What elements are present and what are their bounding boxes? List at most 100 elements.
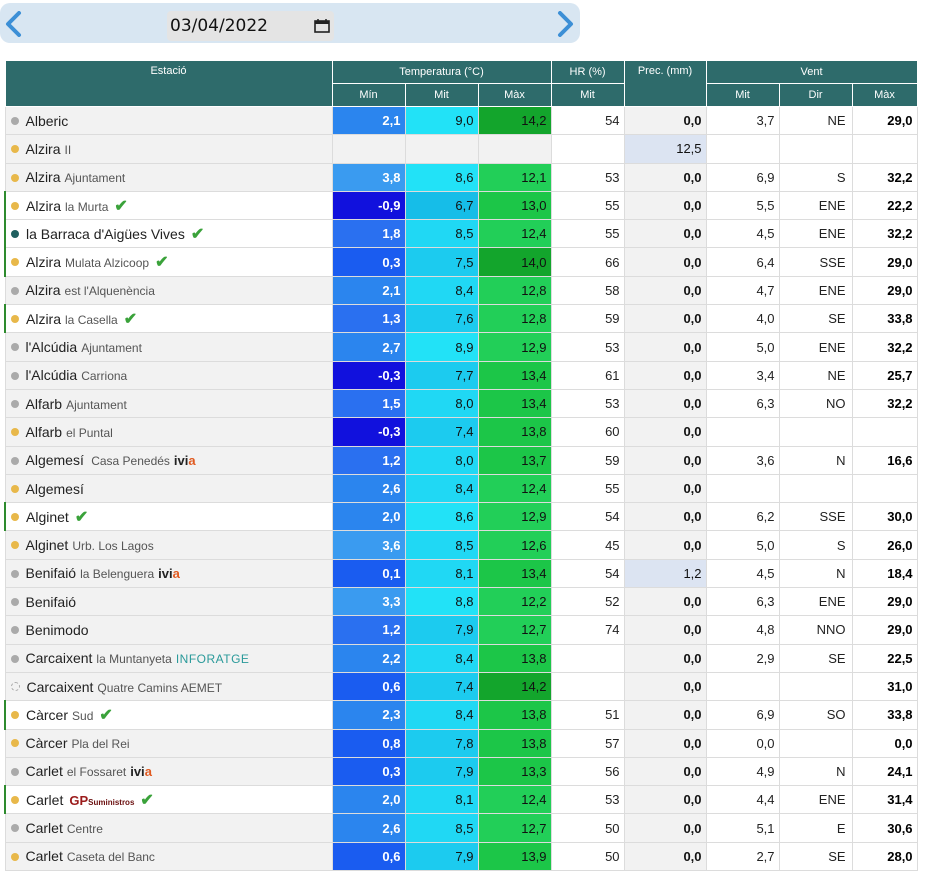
temp-mit-cell: 8,5 (404, 813, 479, 843)
calendar-icon[interactable] (314, 19, 330, 33)
station-name-cell[interactable]: Algemesí Casa Penedés ivia (4, 445, 333, 475)
wind-max-cell: 18,4 (851, 558, 918, 589)
station-row[interactable]: Benimodo 1,2 7,9 12,7 74 0,0 4,8 NNO 29,0 (4, 615, 918, 645)
station-name-cell[interactable]: la Barraca d'Aigües Vives ✔ (4, 219, 333, 249)
station-name-cell[interactable]: Carlet Caseta del Banc (4, 841, 333, 872)
precipitation-cell: 0,0 (623, 360, 707, 390)
humidity-cell (550, 134, 625, 164)
temp-max-cell: 12,1 (477, 162, 552, 192)
station-row[interactable]: Carlet el Fossaret ivia 0,3 7,9 13,3 56 0,0 4,9 N… (4, 756, 918, 787)
wind-max-header[interactable]: Màx (851, 83, 918, 107)
station-name-cell[interactable]: Benifaió (4, 587, 333, 617)
temp-min-cell: 2,3 (331, 700, 406, 730)
station-name-cell[interactable]: Alzira est l'Alquenència (4, 275, 333, 306)
station-name-cell[interactable]: l'Alcúdia Carriona (4, 360, 333, 390)
wind-mit-cell: 6,9 (705, 162, 780, 192)
temp-max-cell: 12,9 (477, 502, 552, 532)
col-station-header[interactable]: Estació (4, 60, 333, 107)
temp-mit-cell: 8,0 (404, 445, 479, 475)
station-row[interactable]: Càrcer Sud ✔ 2,3 8,4 13,8 51 0,0 6,9 SO 33,8 (4, 700, 918, 730)
station-row[interactable]: Alfarb el Puntal -0,3 7,4 13,8 60 0,0 (4, 417, 918, 447)
station-name-cell[interactable]: Carcaixent la Muntanyeta INFORATGE (4, 643, 333, 673)
station-row[interactable]: Algemesí 2,6 8,4 12,4 55 0,0 (4, 473, 918, 504)
next-day-arrow-icon[interactable] (553, 11, 577, 37)
station-name-cell[interactable]: Alzira la Murta ✔ (4, 190, 333, 221)
station-name-cell[interactable]: Carlet el Fossaret ivia (4, 756, 333, 787)
station-row[interactable]: Carlet Centre 2,6 8,5 12,7 50 0,0 5,1 E 30,6 (4, 813, 918, 843)
precipitation-cell: 0,0 (623, 247, 707, 277)
station-row[interactable]: Alzira la Murta ✔ -0,9 6,7 13,0 55 0,0 5,5 ENE 22,… (4, 190, 918, 221)
humidity-cell: 66 (550, 247, 625, 277)
station-status-dot-icon (10, 399, 19, 408)
precipitation-cell: 0,0 (623, 162, 707, 192)
station-name-cell[interactable]: Alzira II (4, 134, 333, 164)
wind-dir-cell: SSE (778, 502, 853, 532)
station-row[interactable]: Algemesí Casa Penedés ivia 1,2 8,0 13,7 59 0,0… (4, 445, 918, 475)
station-name: Alzira (25, 169, 61, 186)
station-row[interactable]: Alzira la Casella ✔ 1,3 7,6 12,8 59 0,0 4,0 SE 33,… (4, 304, 918, 334)
station-row[interactable]: Carcaixent la Muntanyeta INFORATGE 2,2 8,4 13… (4, 643, 918, 673)
temp-max-header[interactable]: Màx (477, 83, 552, 107)
station-name-cell[interactable]: Alfarb Ajuntament (4, 388, 333, 419)
wind-dir-cell: N (778, 445, 853, 475)
station-row[interactable]: Alzira Mulata Alzicoop ✔ 0,3 7,5 14,0 66 0,0 6,4… (4, 247, 918, 277)
station-status-dot-icon (10, 682, 20, 692)
station-name-cell[interactable]: Alberic (4, 105, 333, 136)
station-name-cell[interactable]: Carlet Centre (4, 813, 333, 843)
station-row[interactable]: Alginet ✔ 2,0 8,6 12,9 54 0,0 6,2 SSE 30,0 (4, 502, 918, 532)
col-precipitation-header[interactable]: Prec. (mm) (623, 60, 707, 107)
wind-dir-cell: ENE (778, 587, 853, 617)
temp-max-cell: 13,8 (477, 700, 552, 730)
temp-mit-cell: 7,9 (404, 615, 479, 645)
previous-day-arrow-icon[interactable] (2, 11, 26, 37)
station-row[interactable]: l'Alcúdia Carriona -0,3 7,7 13,4 61 0,0 3,4 NE 25… (4, 360, 918, 390)
station-status-dot-icon (11, 201, 19, 210)
station-name-cell[interactable]: Alfarb el Puntal (4, 417, 333, 447)
station-name: Alfarb (25, 395, 63, 412)
station-name-cell[interactable]: Alzira la Casella ✔ (4, 304, 333, 334)
temp-max-cell: 12,4 (477, 785, 552, 815)
station-row[interactable]: Benifaió 3,3 8,8 12,2 52 0,0 6,3 ENE 29,0 (4, 587, 918, 617)
station-status-dot-icon (10, 739, 19, 748)
station-name-cell[interactable]: Càrcer Sud ✔ (4, 700, 333, 730)
station-location: Urb. Los Lagos (72, 539, 154, 554)
station-name-cell[interactable]: Càrcer Pla del Rei (4, 728, 333, 758)
temp-min-header[interactable]: Mín (331, 83, 406, 107)
station-name-cell[interactable]: Alzira Ajuntament (4, 162, 333, 192)
date-input[interactable]: 03/04/2022 (167, 11, 334, 41)
temp-mit-cell: 8,1 (404, 558, 479, 589)
station-row[interactable]: Alberic 2,1 9,0 14,2 54 0,0 3,7 NE 29,0 (4, 105, 918, 136)
station-row[interactable]: Carcaixent Quatre Camins AEMET 0,6 7,4 14,2 0… (4, 671, 918, 702)
station-name-cell[interactable]: Alginet Urb. Los Lagos (4, 530, 333, 560)
station-row[interactable]: Carlet Caseta del Banc 0,6 7,9 13,9 50 0,0 2,7 S… (4, 841, 918, 872)
station-name-cell[interactable]: Benifaió la Belenguera ivia (4, 558, 333, 589)
station-row[interactable]: Alginet Urb. Los Lagos 3,6 8,5 12,6 45 0,0 5,0 S… (4, 530, 918, 560)
station-name: Alzira (26, 310, 62, 327)
station-row[interactable]: l'Alcúdia Ajuntament 2,7 8,9 12,9 53 0,0 5,0 ENE… (4, 332, 918, 362)
wind-mit-header[interactable]: Mit (705, 83, 780, 107)
station-name: la Barraca d'Aigües Vives (26, 225, 185, 242)
wind-dir-cell: S (778, 162, 853, 192)
temp-mit-header[interactable]: Mit (404, 83, 479, 107)
station-name-cell[interactable]: Algemesí (4, 473, 333, 504)
station-name: Alfarb (25, 423, 63, 440)
humidity-cell: 54 (550, 105, 625, 136)
station-row[interactable]: Alfarb Ajuntament 1,5 8,0 13,4 53 0,0 6,3 NO 32,2 (4, 388, 918, 419)
station-row[interactable]: Alzira est l'Alquenència 2,1 8,4 12,8 58 0,0 4,… (4, 275, 918, 306)
station-row[interactable]: Alzira Ajuntament 3,8 8,6 12,1 53 0,0 6,9 S 32,2 (4, 162, 918, 192)
station-name-cell[interactable]: Benimodo (4, 615, 333, 645)
station-name-cell[interactable]: Carlet GPSuministros ✔ (4, 785, 333, 815)
station-row[interactable]: Alzira II 12,5 (4, 134, 918, 164)
temp-max-cell: 13,4 (477, 360, 552, 390)
station-row[interactable]: Benifaió la Belenguera ivia 0,1 8,1 13,4 54 1,2… (4, 558, 918, 589)
station-name-cell[interactable]: Alginet ✔ (4, 502, 333, 532)
station-row[interactable]: Càrcer Pla del Rei 0,8 7,8 13,8 57 0,0 0,0 0,0 (4, 728, 918, 758)
station-name-cell[interactable]: l'Alcúdia Ajuntament (4, 332, 333, 362)
station-row[interactable]: la Barraca d'Aigües Vives ✔ 1,8 8,5 12,4 55 0,… (4, 219, 918, 249)
humidity-mit-header[interactable]: Mit (550, 83, 625, 107)
station-name-cell[interactable]: Alzira Mulata Alzicoop ✔ (4, 247, 333, 277)
wind-dir-header[interactable]: Dir (778, 83, 853, 107)
precipitation-cell: 0,0 (623, 219, 707, 249)
station-name-cell[interactable]: Carcaixent Quatre Camins AEMET (4, 671, 333, 702)
station-row[interactable]: Carlet GPSuministros ✔ 2,0 8,1 12,4 53 0,0 4,4 EN… (4, 785, 918, 815)
